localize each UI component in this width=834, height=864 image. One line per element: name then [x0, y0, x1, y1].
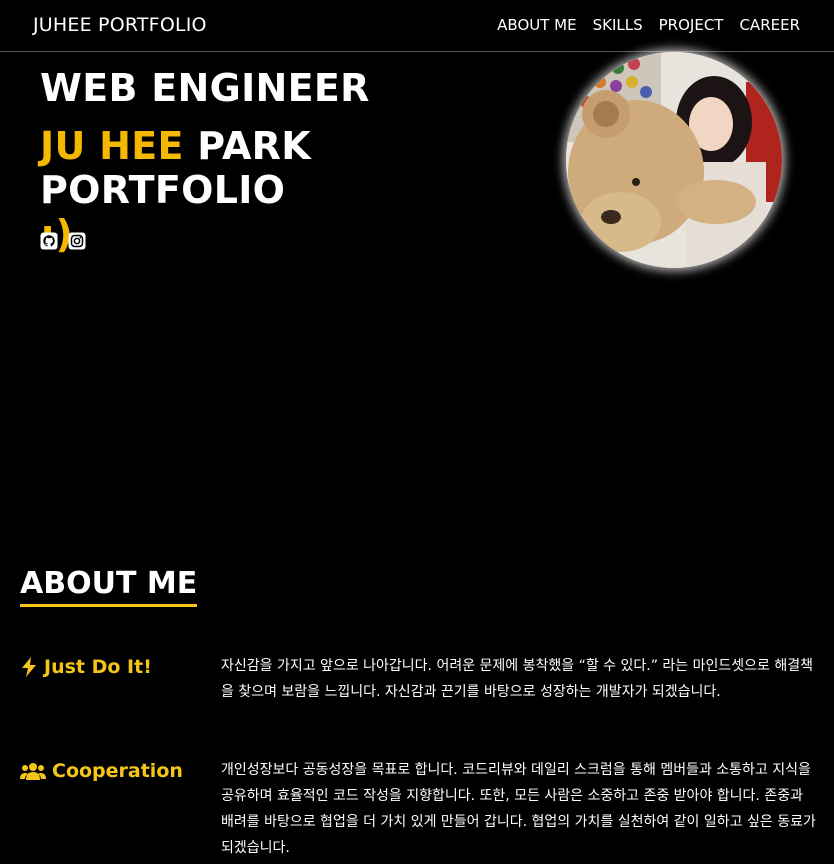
value-title-just-do-it: Just Do It!	[20, 656, 152, 678]
brand-logo[interactable]: JUHEE PORTFOLIO	[33, 14, 207, 36]
value-description: 개인성장보다 공동성장을 목표로 합니다. 코드리뷰와 데일리 스크럼을 통해 …	[221, 762, 816, 856]
github-icon[interactable]	[40, 232, 58, 250]
value-title-cooperation: Cooperation	[20, 760, 183, 782]
hero-subtitle: JU HEE PARK PORTFOLIO:)	[40, 124, 540, 256]
instagram-icon[interactable]	[68, 232, 86, 250]
value-title-text: Cooperation	[52, 760, 183, 782]
nav-item-career[interactable]: CAREER	[739, 16, 800, 34]
hero-title: WEB ENGINEER	[40, 66, 370, 110]
users-icon	[20, 763, 46, 780]
hero-name-highlight: JU HEE	[40, 124, 184, 168]
social-links	[40, 232, 86, 250]
nav-menu: ABOUT ME SKILLS PROJECT CAREER	[497, 16, 800, 34]
nav-item-about-me[interactable]: ABOUT ME	[497, 16, 576, 34]
lightning-icon	[22, 657, 36, 677]
value-title-text: Just Do It!	[44, 656, 152, 678]
value-description: 자신감을 가지고 앞으로 나아갑니다. 어려운 문제에 봉착했을 “할 수 있다…	[221, 658, 814, 700]
profile-photo	[566, 52, 782, 268]
about-me-heading: ABOUT ME	[20, 566, 198, 607]
nav-item-project[interactable]: PROJECT	[659, 16, 724, 34]
nav-item-skills[interactable]: SKILLS	[593, 16, 643, 34]
top-navbar: JUHEE PORTFOLIO ABOUT ME SKILLS PROJECT …	[0, 0, 834, 52]
